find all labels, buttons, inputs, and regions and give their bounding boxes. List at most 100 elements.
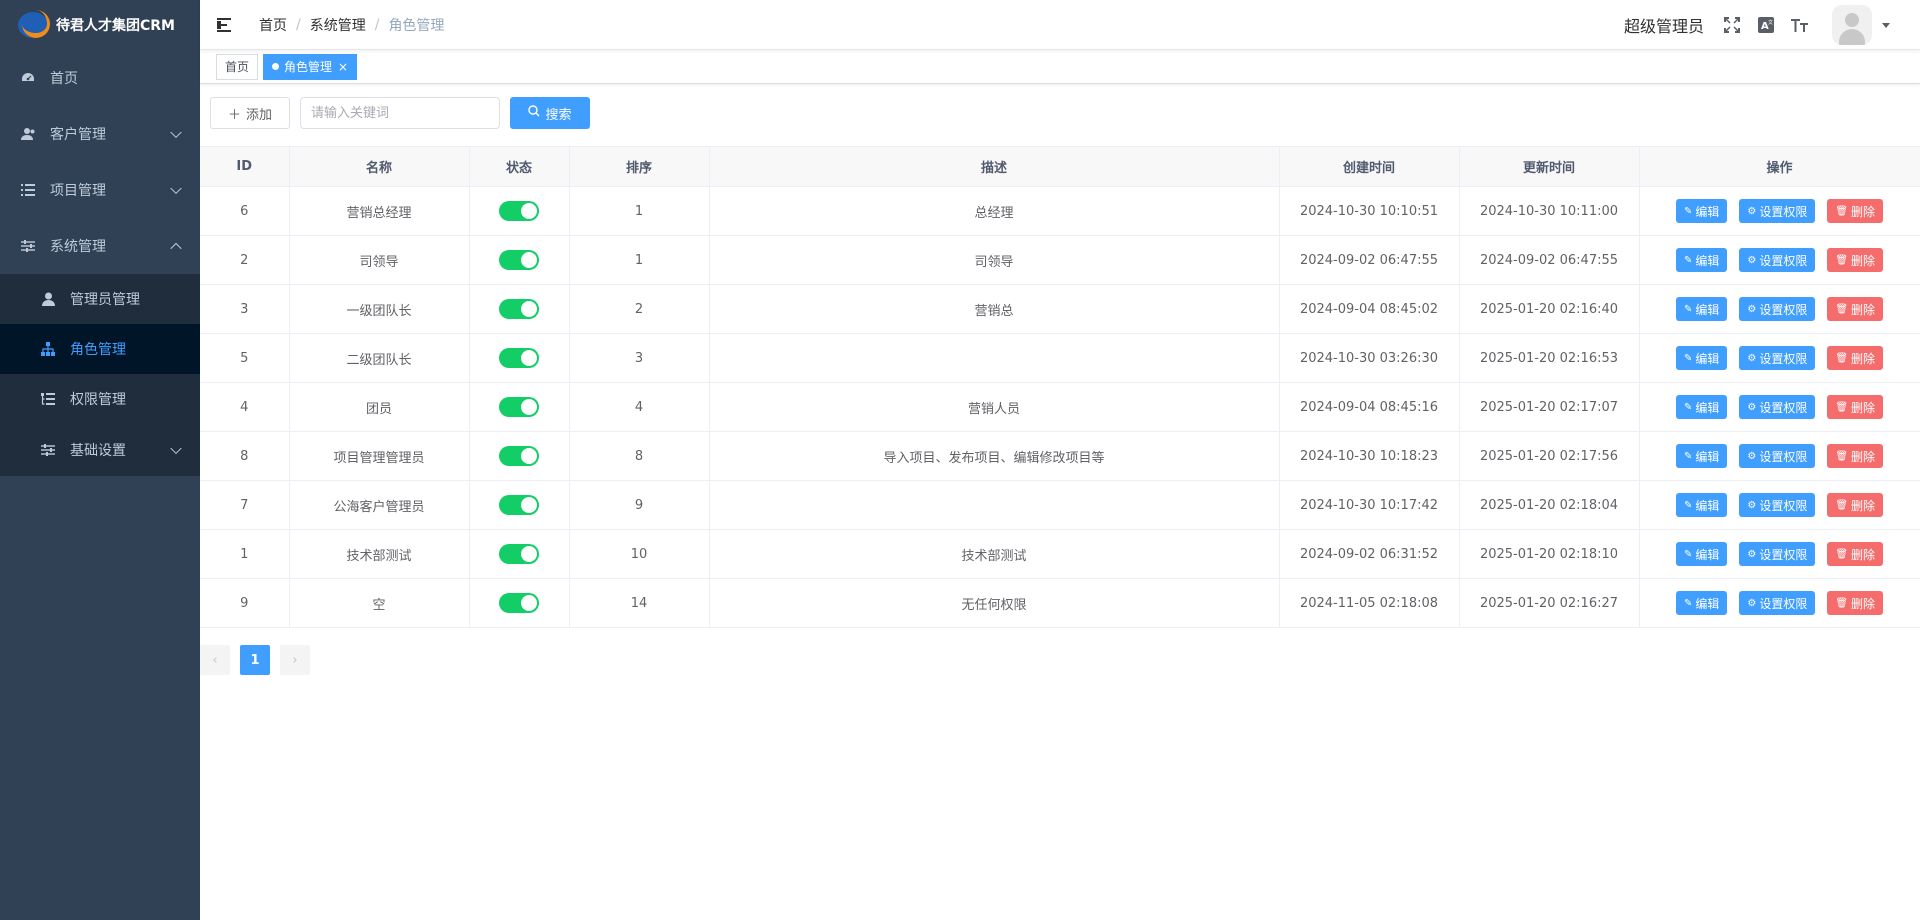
sidebar-item-admins[interactable]: 管理员管理 <box>0 274 200 324</box>
sidebar-item-system[interactable]: 系统管理 <box>0 218 200 274</box>
set-permissions-button-label: 设置权限 <box>1759 449 1808 464</box>
tags-view: 首页 角色管理 × <box>200 50 1920 84</box>
status-switch[interactable] <box>499 201 539 221</box>
delete-button[interactable]: 🗑 删除 <box>1827 591 1884 615</box>
sidebar-item-basic-settings[interactable]: 基础设置 <box>0 424 200 476</box>
fullscreen-icon[interactable] <box>1722 15 1742 35</box>
sliders-icon <box>40 442 56 458</box>
edit-button-label: 编辑 <box>1695 596 1720 611</box>
delete-button[interactable]: 🗑 删除 <box>1827 346 1884 370</box>
set-permissions-button[interactable]: ⚙ 设置权限 <box>1739 248 1816 272</box>
set-permissions-button[interactable]: ⚙ 设置权限 <box>1739 395 1816 419</box>
delete-button[interactable]: 🗑 删除 <box>1827 395 1884 419</box>
status-switch[interactable] <box>499 299 539 319</box>
sidebar-item-roles[interactable]: 角色管理 <box>0 324 200 374</box>
next-page-button[interactable]: › <box>280 645 310 675</box>
status-switch[interactable] <box>499 446 539 466</box>
edit-button[interactable]: ✎ 编辑 <box>1675 542 1728 566</box>
column-header[interactable]: 创建时间 <box>1278 146 1460 187</box>
column-header[interactable]: 状态 <box>468 146 570 187</box>
edit-icon: ✎ <box>1683 548 1693 560</box>
column-header[interactable]: 操作 <box>1638 146 1920 187</box>
edit-icon: ✎ <box>1683 303 1693 315</box>
caret-down-icon[interactable] <box>1882 22 1890 28</box>
set-permissions-button-label: 设置权限 <box>1759 547 1808 562</box>
edit-button[interactable]: ✎ 编辑 <box>1675 248 1728 272</box>
set-permissions-button[interactable]: ⚙ 设置权限 <box>1739 591 1816 615</box>
avatar[interactable] <box>1832 5 1872 45</box>
table-row: 2 司领导 1 司领导 2024-09-02 06:47:55 2024-09-02 06… <box>200 235 1920 285</box>
close-icon[interactable]: × <box>338 55 348 79</box>
edit-button[interactable]: ✎ 编辑 <box>1675 199 1728 223</box>
edit-button-label: 编辑 <box>1695 351 1720 366</box>
edit-button[interactable]: ✎ 编辑 <box>1675 591 1728 615</box>
delete-button[interactable]: 🗑 删除 <box>1827 444 1884 468</box>
column-header[interactable]: ID <box>200 146 290 187</box>
delete-button[interactable]: 🗑 删除 <box>1827 248 1884 272</box>
hamburger-icon[interactable] <box>217 17 235 32</box>
column-header[interactable]: 描述 <box>708 146 1280 187</box>
main-content: 首页 / 系统管理 / 角色管理 超级管理员 A文 首页 角色管理 × ＋ 添加… <box>200 0 1920 920</box>
edit-button[interactable]: ✎ 编辑 <box>1675 297 1728 321</box>
delete-button[interactable]: 🗑 删除 <box>1827 493 1884 517</box>
edit-button[interactable]: ✎ 编辑 <box>1675 444 1728 468</box>
logo[interactable]: 待君人才集团CRM <box>0 0 200 50</box>
delete-button[interactable]: 🗑 删除 <box>1827 542 1884 566</box>
add-button[interactable]: ＋ 添加 <box>210 97 290 129</box>
status-switch[interactable] <box>499 544 539 564</box>
column-header[interactable]: 名称 <box>288 146 470 187</box>
column-header[interactable]: 排序 <box>568 146 710 187</box>
delete-button[interactable]: 🗑 删除 <box>1827 297 1884 321</box>
prev-page-button[interactable]: ‹ <box>200 645 230 675</box>
cell-name: 项目管理管理员 <box>289 431 470 481</box>
column-header[interactable]: 更新时间 <box>1458 146 1640 187</box>
set-permissions-button[interactable]: ⚙ 设置权限 <box>1739 493 1816 517</box>
status-switch[interactable] <box>499 250 539 270</box>
cell-name: 公海客户管理员 <box>289 480 470 530</box>
breadcrumb-current: 角色管理 <box>388 17 445 34</box>
sidebar-item-label: 基础设置 <box>70 443 126 459</box>
set-permissions-button[interactable]: ⚙ 设置权限 <box>1739 542 1816 566</box>
set-permissions-button[interactable]: ⚙ 设置权限 <box>1739 297 1816 321</box>
status-switch[interactable] <box>499 495 539 515</box>
search-button[interactable]: 搜索 <box>510 97 590 129</box>
font-size-icon[interactable] <box>1790 15 1810 35</box>
cell-status <box>469 480 570 530</box>
tag-roles[interactable]: 角色管理 × <box>263 53 358 80</box>
status-switch[interactable] <box>499 593 539 613</box>
customer-icon <box>20 126 36 142</box>
cell-name: 营销总经理 <box>289 186 470 236</box>
table-row: 3 一级团队长 2 营销总 2024-09-04 08:45:02 2025-01-20 … <box>200 284 1920 334</box>
edit-icon: ✎ <box>1683 352 1693 364</box>
breadcrumb-system[interactable]: 系统管理 <box>310 15 366 35</box>
sidebar-item-permissions[interactable]: 权限管理 <box>0 374 200 424</box>
user-icon <box>40 291 56 307</box>
cell-status <box>469 529 570 579</box>
search-input[interactable] <box>300 97 500 129</box>
cell-name: 二级团队长 <box>289 333 470 383</box>
edit-button[interactable]: ✎ 编辑 <box>1675 395 1728 419</box>
cell-name: 一级团队长 <box>289 284 470 334</box>
language-icon[interactable]: A文 <box>1756 15 1776 35</box>
set-permissions-button[interactable]: ⚙ 设置权限 <box>1739 199 1816 223</box>
cell-updated-time: 2025-01-20 02:16:53 <box>1459 333 1640 383</box>
edit-button[interactable]: ✎ 编辑 <box>1675 346 1728 370</box>
cell-id: 9 <box>200 578 290 628</box>
gear-icon: ⚙ <box>1747 352 1757 364</box>
page-number[interactable]: 1 <box>240 645 270 675</box>
tag-home[interactable]: 首页 <box>216 53 259 80</box>
sidebar-item-projects[interactable]: 项目管理 <box>0 162 200 218</box>
gear-icon: ⚙ <box>1747 548 1757 560</box>
set-permissions-button[interactable]: ⚙ 设置权限 <box>1739 444 1816 468</box>
set-permissions-button[interactable]: ⚙ 设置权限 <box>1739 346 1816 370</box>
cell-actions: ✎ 编辑 ⚙ 设置权限 🗑 删除 <box>1639 431 1920 481</box>
status-switch[interactable] <box>499 348 539 368</box>
breadcrumb-home[interactable]: 首页 <box>259 15 287 35</box>
delete-button[interactable]: 🗑 删除 <box>1827 199 1884 223</box>
sidebar-item-home[interactable]: 首页 <box>0 50 200 106</box>
status-switch[interactable] <box>499 397 539 417</box>
edit-button[interactable]: ✎ 编辑 <box>1675 493 1728 517</box>
cell-status <box>469 284 570 334</box>
sidebar-item-customers[interactable]: 客户管理 <box>0 106 200 162</box>
gear-icon: ⚙ <box>1747 401 1757 413</box>
